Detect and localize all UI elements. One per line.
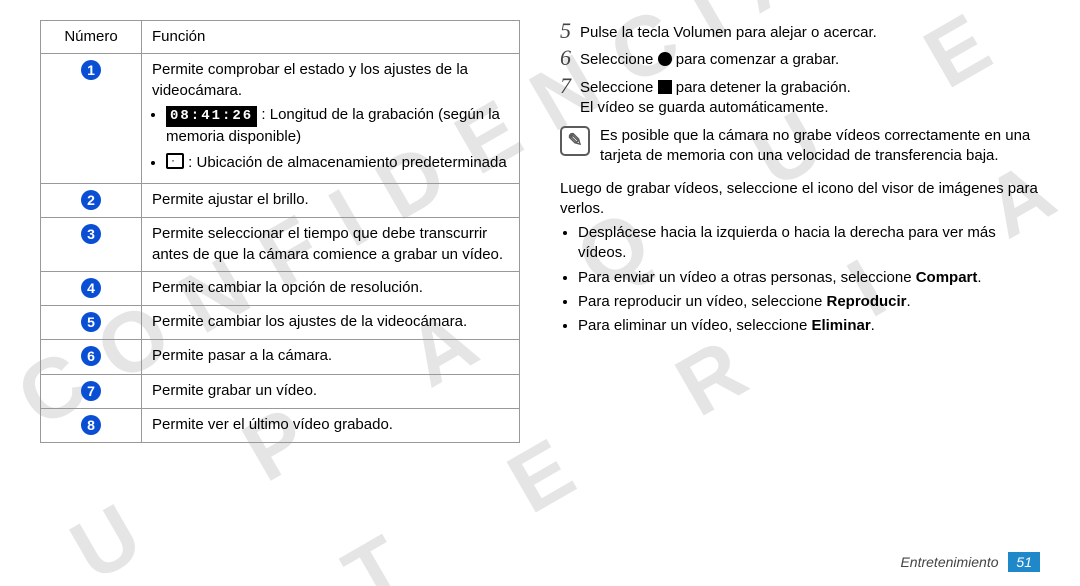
tip-3: Para reproducir un vídeo, seleccione Rep…: [578, 292, 1040, 312]
page-footer: Entretenimiento 51: [900, 552, 1040, 572]
footer-section: Entretenimiento: [900, 554, 998, 570]
functions-table: Número Función 1 Permite comprobar el es…: [40, 20, 520, 443]
table-row-3: 3 Permite seleccionar el tiempo que debe…: [41, 218, 520, 272]
note-text: Es posible que la cámara no grabe vídeos…: [600, 126, 1040, 167]
right-column: 5 Pulse la tecla Volumen para alejar o a…: [540, 20, 1040, 540]
step-num-7: 7: [560, 75, 580, 97]
footer-page-number: 51: [1008, 552, 1040, 572]
row1-bullet-time: 08:41:26 : Longitud de la grabación (seg…: [166, 105, 509, 147]
note-icon: ✎: [560, 126, 590, 156]
page-content: Número Función 1 Permite comprobar el es…: [0, 0, 1080, 540]
stop-square-icon: [658, 80, 672, 94]
badge-5: 5: [81, 312, 101, 332]
table-header-row: Número Función: [41, 21, 520, 54]
badge-6: 6: [81, 346, 101, 366]
badge-3: 3: [81, 224, 101, 244]
table-row-2: 2 Permite ajustar el brillo.: [41, 184, 520, 218]
badge-2: 2: [81, 190, 101, 210]
table-row-7: 7 Permite grabar un vídeo.: [41, 374, 520, 408]
badge-7: 7: [81, 381, 101, 401]
note-block: ✎ Es posible que la cámara no grabe víde…: [560, 126, 1040, 167]
after-record-text: Luego de grabar vídeos, seleccione el ic…: [560, 179, 1040, 220]
step-num-5: 5: [560, 20, 580, 42]
recording-time-display: 08:41:26: [166, 106, 257, 127]
step-6: 6 Seleccione para comenzar a grabar.: [560, 47, 1040, 70]
table-row-5: 5 Permite cambiar los ajustes de la vide…: [41, 306, 520, 340]
table-row-4: 4 Permite cambiar la opción de resolució…: [41, 271, 520, 305]
badge-4: 4: [81, 278, 101, 298]
tips-list: Desplácese hacia la izquierda o hacia la…: [560, 223, 1040, 336]
step-5: 5 Pulse la tecla Volumen para alejar o a…: [560, 20, 1040, 43]
tip-2: Para enviar un vídeo a otras personas, s…: [578, 268, 1040, 288]
badge-1: 1: [81, 60, 101, 80]
table-row-8: 8 Permite ver el último vídeo grabado.: [41, 408, 520, 442]
step-num-6: 6: [560, 47, 580, 69]
table-row-6: 6 Permite pasar a la cámara.: [41, 340, 520, 374]
step-7: 7 Seleccione para detener la grabación. …: [560, 75, 1040, 119]
badge-8: 8: [81, 415, 101, 435]
col-header-funcion: Función: [142, 21, 520, 54]
row1-intro: Permite comprobar el estado y los ajuste…: [152, 60, 509, 101]
tip-4: Para eliminar un vídeo, seleccione Elimi…: [578, 316, 1040, 336]
record-dot-icon: [658, 52, 672, 66]
tip-1: Desplácese hacia la izquierda o hacia la…: [578, 223, 1040, 264]
col-header-numero: Número: [41, 21, 142, 54]
table-row-1: 1 Permite comprobar el estado y los ajus…: [41, 54, 520, 184]
left-column: Número Función 1 Permite comprobar el es…: [40, 20, 540, 540]
row1-bullet-storage: : Ubicación de almacenamiento predetermi…: [166, 151, 509, 173]
storage-icon: [166, 153, 184, 169]
